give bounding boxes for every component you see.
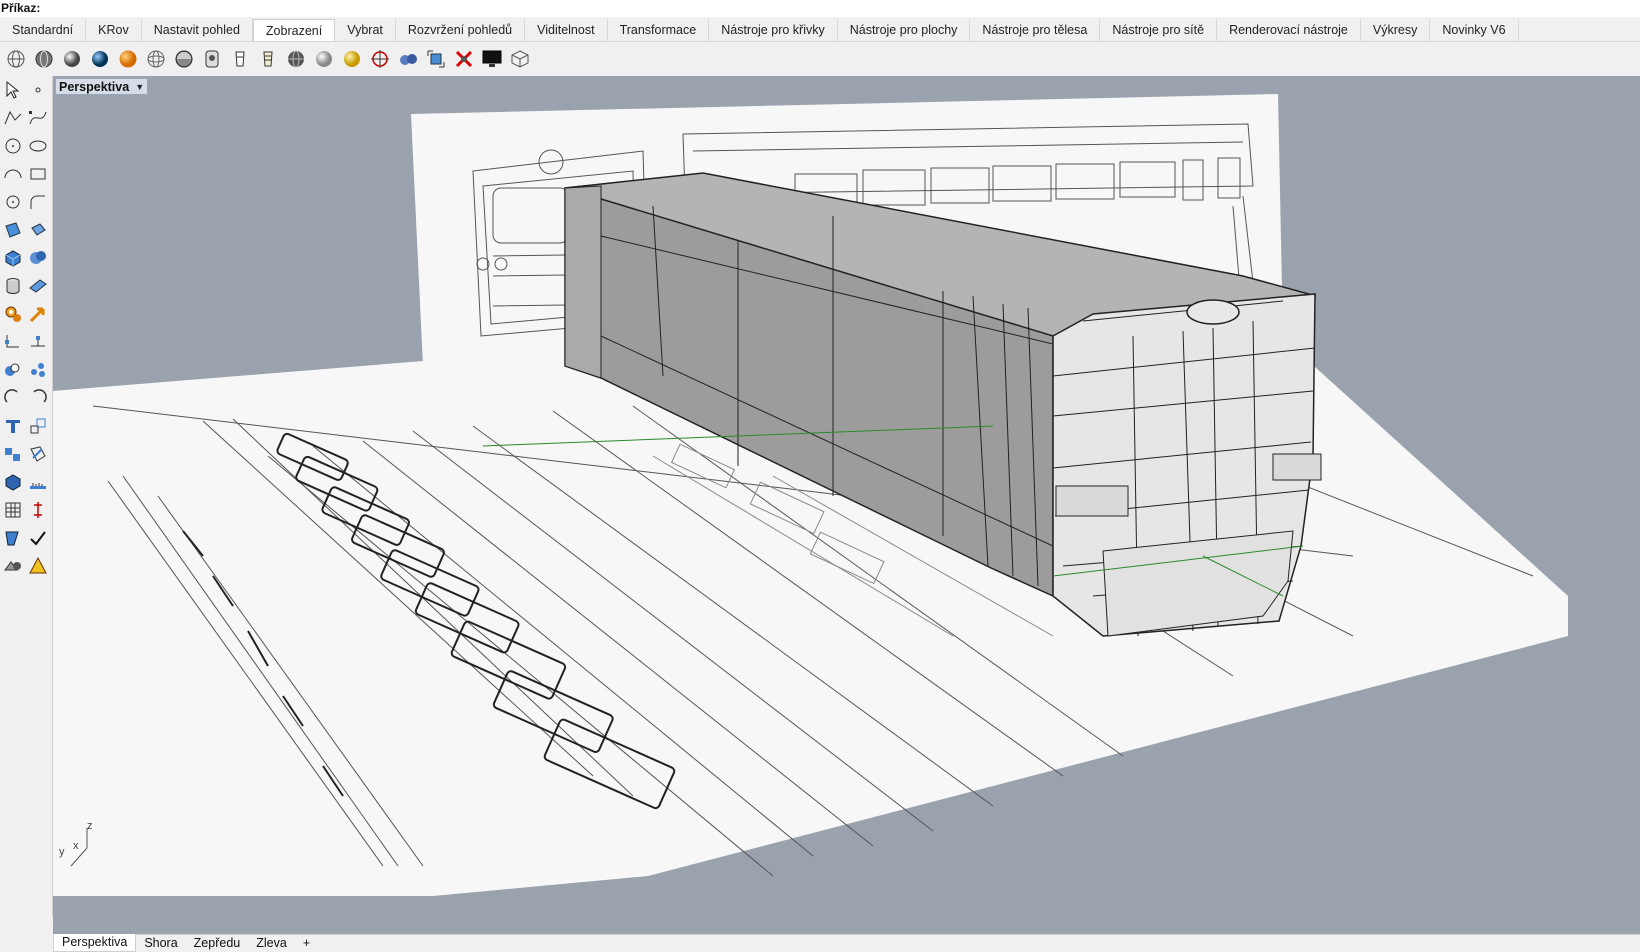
shaded-icon[interactable] xyxy=(31,46,57,72)
axis-z-label: z xyxy=(87,820,93,832)
tab-novinky-v6[interactable]: Novinky V6 xyxy=(1430,19,1519,41)
gold-sphere-icon[interactable] xyxy=(339,46,365,72)
tab-nastroje-plochy[interactable]: Nástroje pro plochy xyxy=(838,19,971,41)
tab-viditelnost[interactable]: Viditelnost xyxy=(525,19,608,41)
tab-vykresy[interactable]: Výkresy xyxy=(1361,19,1431,41)
left-toolbar xyxy=(0,76,53,916)
scale-icon[interactable] xyxy=(27,414,51,438)
analyze-icon[interactable] xyxy=(1,526,25,550)
wireframe-icon[interactable] xyxy=(3,46,29,72)
scene-canvas xyxy=(53,94,1568,896)
chevron-down-icon[interactable]: ▼ xyxy=(135,82,144,92)
viewport-tab-zepredu[interactable]: Zepředu xyxy=(186,935,249,952)
measure-icon[interactable] xyxy=(27,498,51,522)
display-toolbar xyxy=(0,43,1640,74)
axis-x-label: x xyxy=(73,840,79,852)
point-icon[interactable] xyxy=(27,78,51,102)
rendered-icon[interactable] xyxy=(59,46,85,72)
tab-krov[interactable]: KRov xyxy=(86,19,142,41)
ruler-icon[interactable] xyxy=(27,470,51,494)
tab-zobrazeni[interactable]: Zobrazení xyxy=(252,19,336,41)
tab-nastroje-telesa[interactable]: Nástroje pro tělesa xyxy=(970,19,1101,41)
dimension-alt-icon[interactable] xyxy=(27,330,51,354)
xray-icon[interactable] xyxy=(115,46,141,72)
rotate-icon[interactable] xyxy=(1,386,25,410)
viewport-tab-zleva[interactable]: Zleva xyxy=(248,935,295,952)
fillet-curve-icon[interactable] xyxy=(27,190,51,214)
viewport-label[interactable]: Perspektiva ▼ xyxy=(55,78,149,95)
select-arrow-icon[interactable] xyxy=(1,78,25,102)
target-icon[interactable] xyxy=(367,46,393,72)
perspective-viewport[interactable]: Perspektiva ▼ z y x xyxy=(53,76,1640,934)
explode-icon[interactable] xyxy=(27,358,51,382)
artistic-icon[interactable] xyxy=(199,46,225,72)
viewport-tab-shora[interactable]: Shora xyxy=(136,935,185,952)
zoom-selected-icon[interactable] xyxy=(423,46,449,72)
polygon-icon[interactable] xyxy=(1,190,25,214)
ghosted-icon[interactable] xyxy=(87,46,113,72)
technical-icon[interactable] xyxy=(171,46,197,72)
tab-transformace[interactable]: Transformace xyxy=(608,19,710,41)
arc-icon[interactable] xyxy=(1,162,25,186)
offset-surface-icon[interactable] xyxy=(27,274,51,298)
globe-icon[interactable] xyxy=(283,46,309,72)
tab-renderovaci-nastroje[interactable]: Renderovací nástroje xyxy=(1217,19,1361,41)
polyline-icon[interactable] xyxy=(1,106,25,130)
tab-nastavit-pohled[interactable]: Nastavit pohled xyxy=(142,19,253,41)
gear-icon[interactable] xyxy=(1,302,25,326)
surface-icon[interactable] xyxy=(1,218,25,242)
extrude-icon[interactable] xyxy=(27,218,51,242)
dimension-icon[interactable] xyxy=(1,330,25,354)
command-line[interactable]: Příkaz: xyxy=(0,0,1640,17)
arctic-icon[interactable] xyxy=(255,46,281,72)
viewport-label-text: Perspektiva xyxy=(59,79,130,94)
render-icon[interactable] xyxy=(1,554,25,578)
check-icon[interactable] xyxy=(27,526,51,550)
camera-icon[interactable] xyxy=(395,46,421,72)
tab-nastroje-site[interactable]: Nástroje pro sítě xyxy=(1100,19,1218,41)
arrow-transform-icon[interactable] xyxy=(27,302,51,326)
array-icon[interactable] xyxy=(1,442,25,466)
flow-icon[interactable] xyxy=(27,442,51,466)
viewport-tabs: Perspektiva Shora Zepředu Zleva + xyxy=(53,934,1640,952)
wireframe-alt-icon[interactable] xyxy=(143,46,169,72)
solid-box-icon[interactable] xyxy=(1,470,25,494)
cylinder-icon[interactable] xyxy=(1,274,25,298)
sphere-icon[interactable] xyxy=(311,46,337,72)
pen-icon[interactable] xyxy=(227,46,253,72)
tab-standardni[interactable]: Standardní xyxy=(0,19,87,41)
ribbon-tabs: Standardní KRov Nastavit pohled Zobrazen… xyxy=(0,18,1640,42)
cube-icon[interactable] xyxy=(507,46,533,72)
delete-view-icon[interactable] xyxy=(451,46,477,72)
axis-y-label: y xyxy=(59,846,65,858)
group-icon[interactable] xyxy=(1,358,25,382)
add-viewport-button[interactable]: + xyxy=(295,935,318,952)
boolean-icon[interactable] xyxy=(27,246,51,270)
box-icon[interactable] xyxy=(1,246,25,270)
text-icon[interactable] xyxy=(1,414,25,438)
circle-icon[interactable] xyxy=(1,134,25,158)
viewport-tab-perspektiva[interactable]: Perspektiva xyxy=(53,934,137,952)
monitor-icon[interactable] xyxy=(479,46,505,72)
light-icon[interactable] xyxy=(27,554,51,578)
tab-rozvrzeni-pohledu[interactable]: Rozvržení pohledů xyxy=(396,19,526,41)
rotate-alt-icon[interactable] xyxy=(27,386,51,410)
tab-nastroje-krivky[interactable]: Nástroje pro křivky xyxy=(709,19,838,41)
curve-icon[interactable] xyxy=(27,106,51,130)
ellipse-icon[interactable] xyxy=(27,134,51,158)
rectangle-icon[interactable] xyxy=(27,162,51,186)
tab-vybrat[interactable]: Vybrat xyxy=(335,19,396,41)
grid-icon[interactable] xyxy=(1,498,25,522)
